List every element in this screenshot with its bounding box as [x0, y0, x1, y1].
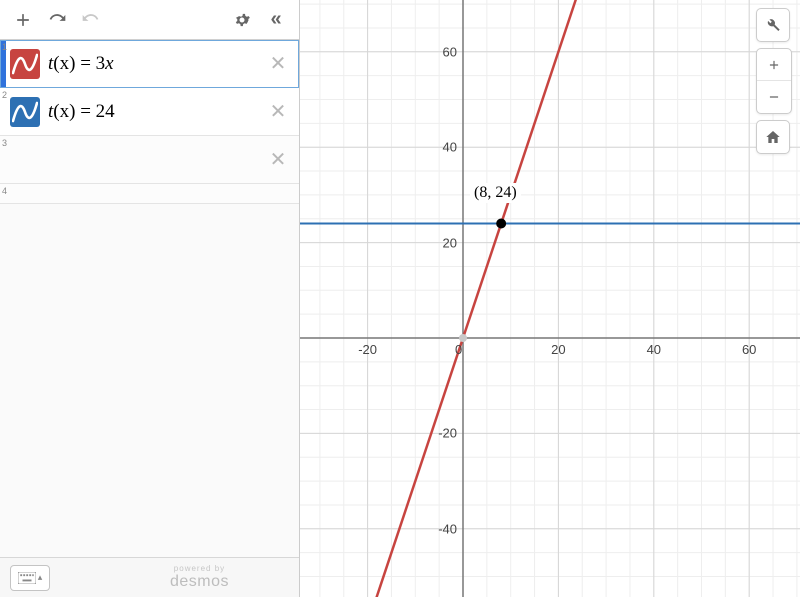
- app-root: « 1 t(x) = 3x ✕ 2: [0, 0, 800, 597]
- point-label: (8, 24): [470, 183, 521, 203]
- add-expression-button[interactable]: [6, 3, 40, 37]
- x-tick-label: 20: [551, 342, 565, 357]
- graph-settings-button[interactable]: [225, 3, 259, 37]
- expression-text[interactable]: t(x) = 3x: [44, 53, 263, 75]
- zoom-in-button[interactable]: [757, 49, 791, 81]
- delete-expression-button[interactable]: ✕: [263, 97, 293, 127]
- expression-panel: « 1 t(x) = 3x ✕ 2: [0, 0, 300, 597]
- zoom-group: [756, 48, 792, 114]
- expression-row[interactable]: 2 t(x) = 24 ✕: [0, 88, 299, 136]
- row-index: 1: [2, 42, 7, 52]
- expression-toolbar: «: [0, 0, 299, 40]
- row-index: 3: [2, 138, 7, 148]
- expression-color-icon: [10, 145, 40, 175]
- expression-list: 1 t(x) = 3x ✕ 2 t(x) = 24: [0, 40, 299, 557]
- graph-controls: [756, 8, 792, 154]
- collapse-panel-button[interactable]: «: [259, 3, 293, 37]
- expression-color-icon[interactable]: [10, 49, 40, 79]
- zoom-out-button[interactable]: [757, 81, 791, 113]
- x-tick-label: 40: [647, 342, 661, 357]
- expression-color-icon[interactable]: [10, 97, 40, 127]
- redo-button[interactable]: [74, 3, 108, 37]
- x-tick-label: 0: [455, 342, 462, 357]
- y-tick-label: 20: [443, 235, 461, 250]
- y-tick-label: 40: [443, 140, 461, 155]
- brand-logo: powered by desmos: [170, 564, 229, 591]
- expression-text[interactable]: t(x) = 24: [44, 101, 263, 123]
- row-index: 2: [2, 90, 7, 100]
- graph-canvas[interactable]: (8, 24) -20 0 20 40 60 -40 -20 20 40 60: [300, 0, 800, 597]
- y-tick-label: -40: [438, 521, 461, 536]
- home-button[interactable]: [756, 120, 790, 154]
- y-tick-label: 60: [443, 44, 461, 59]
- expression-row[interactable]: 3 ✕: [0, 136, 299, 184]
- plot-svg: [300, 0, 800, 597]
- delete-expression-button[interactable]: ✕: [263, 145, 293, 175]
- x-tick-label: 60: [742, 342, 756, 357]
- panel-footer: ▴ powered by desmos: [0, 557, 299, 597]
- expression-row[interactable]: 1 t(x) = 3x ✕: [0, 40, 299, 88]
- x-tick-label: -20: [358, 342, 377, 357]
- wrench-button[interactable]: [756, 8, 790, 42]
- y-tick-label: -20: [438, 426, 461, 441]
- undo-button[interactable]: [40, 3, 74, 37]
- expression-row[interactable]: 4: [0, 184, 299, 204]
- row-index: 4: [2, 186, 7, 196]
- keyboard-toggle-button[interactable]: ▴: [10, 565, 50, 591]
- delete-expression-button[interactable]: ✕: [263, 49, 293, 79]
